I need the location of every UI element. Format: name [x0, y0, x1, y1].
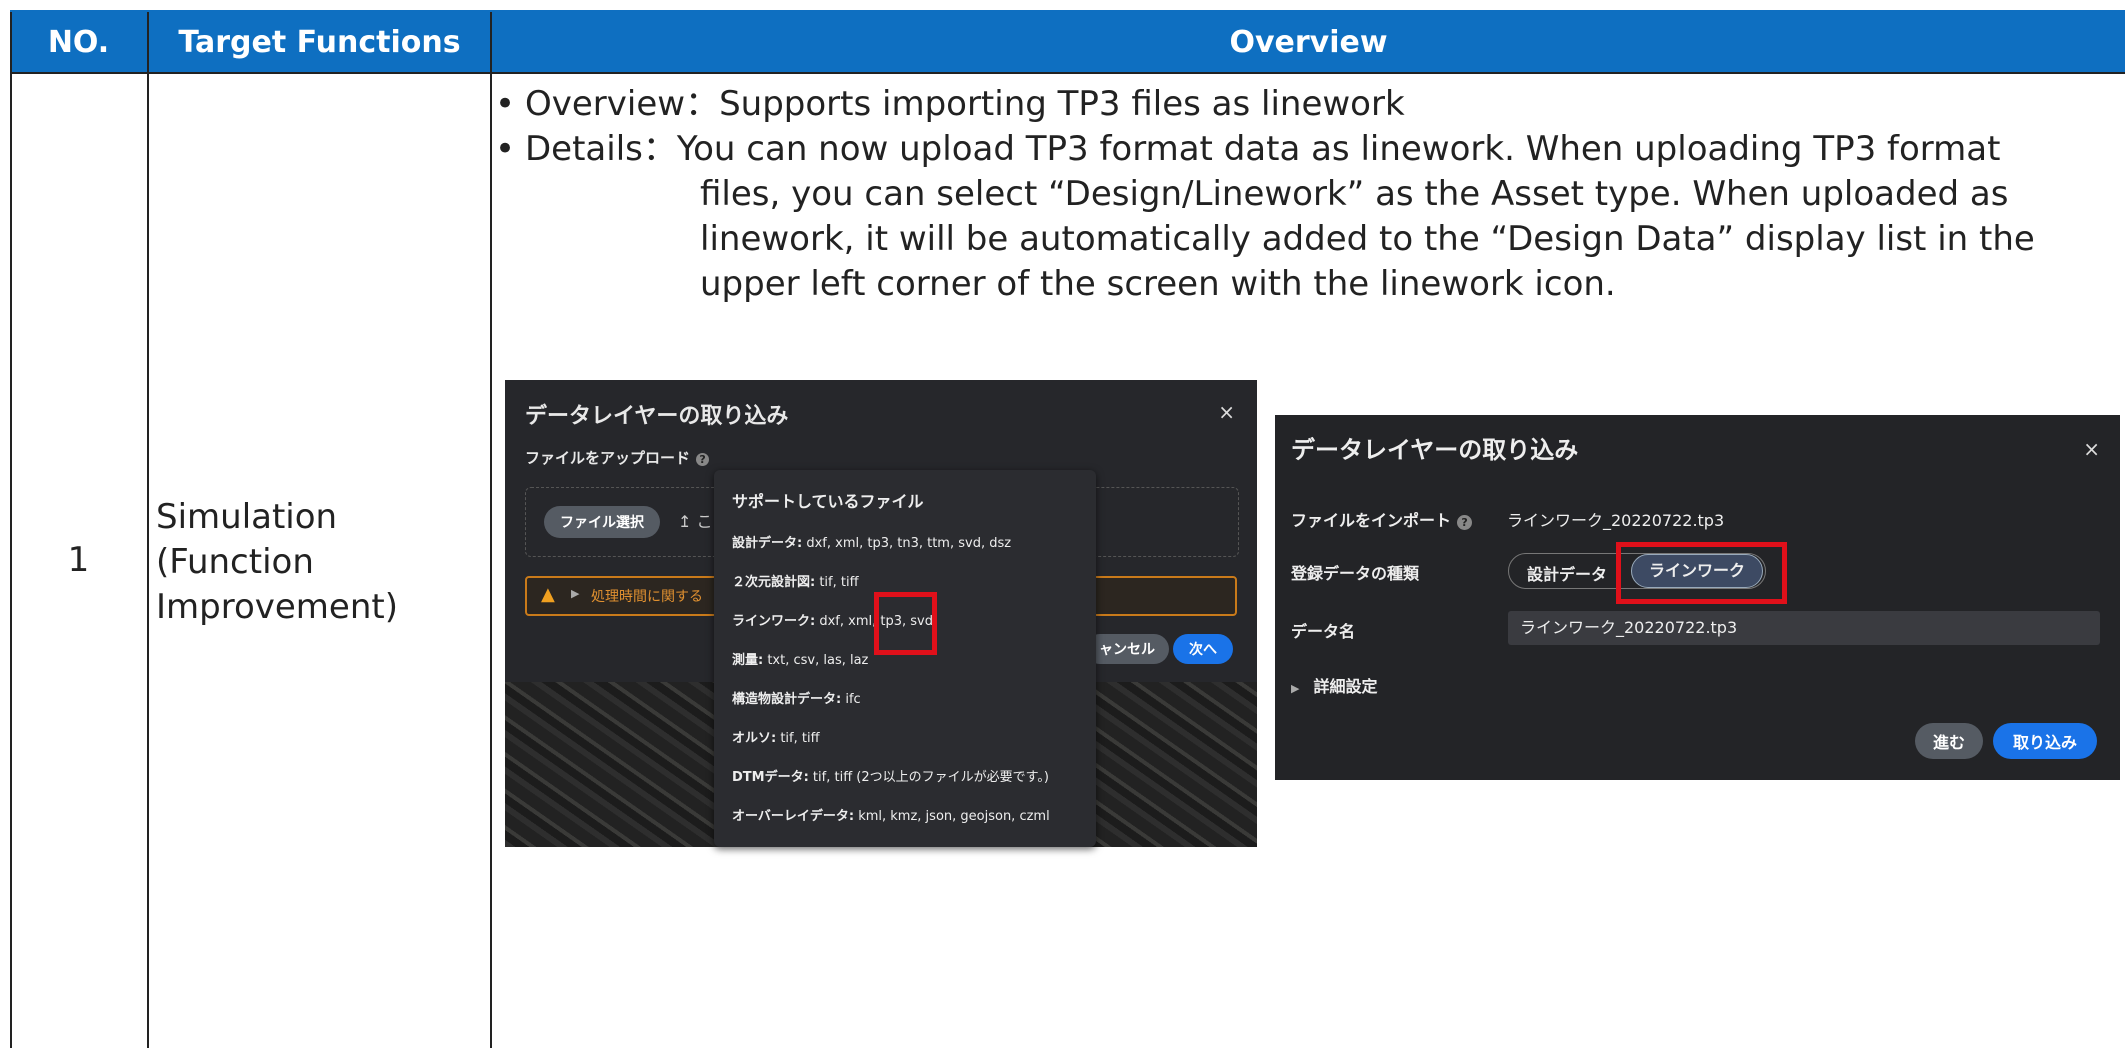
item-key: ２次元設計図: [732, 575, 816, 590]
upload-hint-text: こ [696, 512, 713, 531]
data-name-label: データ名 [1291, 622, 1356, 641]
close-icon[interactable]: × [2083, 437, 2100, 461]
item-key: ラインワーク: [732, 614, 816, 629]
expand-arrow-icon: ▶ [1291, 682, 1300, 695]
tooltip-item: ２次元設計図: tif, tiff [732, 571, 859, 590]
function-line: Simulation [156, 497, 338, 537]
bullet-value: Supports importing TP3 files as linework [719, 84, 1405, 124]
tooltip-item: 構造物設計データ: ifc [732, 688, 861, 707]
header-overview: Overview [492, 10, 2125, 74]
bullet-dot: • [495, 129, 516, 169]
item-value: kml, kmz, json, geojson, czml [854, 809, 1050, 824]
header-target-functions: Target Functions [149, 10, 492, 74]
next-button[interactable]: 次へ [1173, 634, 1233, 664]
help-icon[interactable]: ? [1457, 515, 1473, 530]
bullet-key: Details： [525, 129, 677, 169]
item-value: ifc [841, 692, 861, 707]
close-icon[interactable]: × [1218, 400, 1235, 424]
upload-label-text: ファイルをアップロード [525, 449, 691, 467]
warning-text: 処理時間に関する [591, 589, 703, 605]
supported-files-tooltip: サポートしているファイル 設計データ: dxf, xml, tp3, tn3, … [714, 470, 1096, 847]
upload-icon-glyph: ↥ [678, 512, 692, 531]
details-line: upper left corner of the screen with the… [700, 264, 1616, 304]
upload-icon: ↥ こ [678, 508, 713, 532]
tooltip-item: 測量: txt, csv, las, laz [732, 649, 868, 668]
file-select-button[interactable]: ファイル選択 [544, 506, 660, 538]
proceed-button[interactable]: 進む [1915, 723, 1984, 759]
linework-highlight-box [1616, 542, 1787, 604]
tooltip-item: DTMデータ: tif, tiff (2つ以上のファイルが必要です。) [732, 766, 1049, 785]
import-file-label-text: ファイルをインポート [1291, 511, 1452, 530]
data-name-field[interactable]: ラインワーク_20220722.tp3 [1508, 611, 2100, 645]
header-no: NO. [10, 10, 149, 74]
item-value: dxf, xml, tp3, tn3, ttm, svd, dsz [802, 536, 1012, 551]
upload-label: ファイルをアップロード? [525, 447, 710, 468]
tooltip-title: サポートしているファイル [732, 492, 924, 511]
import-button[interactable]: 取り込み [1993, 723, 2098, 759]
function-line: Improvement) [156, 587, 398, 627]
bullet-details: • Details： You can now upload TP3 format… [495, 127, 2095, 172]
divider [10, 10, 12, 1048]
divider [147, 10, 149, 1048]
data-type-label: 登録データの種類 [1291, 564, 1420, 583]
item-value: txt, csv, las, laz [763, 653, 869, 668]
function-line: (Function [156, 542, 314, 582]
item-value: tif, tiff (2つ以上のファイルが必要です。) [808, 770, 1049, 785]
divider [10, 10, 2125, 12]
item-key: オルソ: [732, 731, 777, 746]
tp3-highlight-box [874, 592, 937, 655]
item-key: 構造物設計データ: [732, 692, 842, 707]
warning-icon: ▲ [541, 584, 555, 605]
help-icon[interactable]: ? [696, 453, 710, 466]
overview-text: • Overview： Supports importing TP3 files… [495, 82, 2095, 307]
bullet-key: Overview： [525, 84, 720, 124]
target-function: Simulation (Function Improvement) [156, 495, 476, 630]
dialog-title: データレイヤーの取り込み [1291, 436, 1579, 464]
item-value: tif, tiff [776, 731, 820, 746]
divider [10, 72, 2125, 74]
item-key: オーバーレイデータ: [732, 809, 855, 824]
row-number: 1 [67, 540, 90, 580]
bullet-overview: • Overview： Supports importing TP3 files… [495, 82, 2095, 127]
details-line: linework, it will be automatically added… [700, 219, 2035, 259]
tooltip-item: オルソ: tif, tiff [732, 727, 820, 746]
tooltip-item: 設計データ: dxf, xml, tp3, tn3, ttm, svd, dsz [732, 532, 1011, 551]
item-value: tif, tiff [815, 575, 859, 590]
item-key: 測量: [732, 653, 764, 668]
import-file-label: ファイルをインポート? [1291, 507, 1473, 531]
expand-arrow-icon: ▶ [571, 587, 580, 600]
cancel-button[interactable]: ャンセル [1085, 634, 1169, 664]
dialog-title: データレイヤーの取り込み [525, 404, 789, 429]
import-file-name: ラインワーク_20220722.tp3 [1507, 511, 1725, 530]
advanced-settings-label: 詳細設定 [1313, 677, 1378, 696]
tooltip-item: オーバーレイデータ: kml, kmz, json, geojson, czml [732, 805, 1050, 824]
item-key: DTMデータ: [732, 770, 809, 785]
bullet-dot: • [495, 84, 516, 124]
divider [490, 10, 492, 1048]
advanced-settings-toggle[interactable]: ▶ 詳細設定 [1291, 673, 1377, 697]
item-key: 設計データ: [732, 536, 803, 551]
details-line: files, you can select “Design/Linework” … [700, 174, 2009, 214]
type-option-design[interactable]: 設計データ [1527, 561, 1607, 585]
bullet-value: You can now upload TP3 format data as li… [676, 129, 2001, 169]
